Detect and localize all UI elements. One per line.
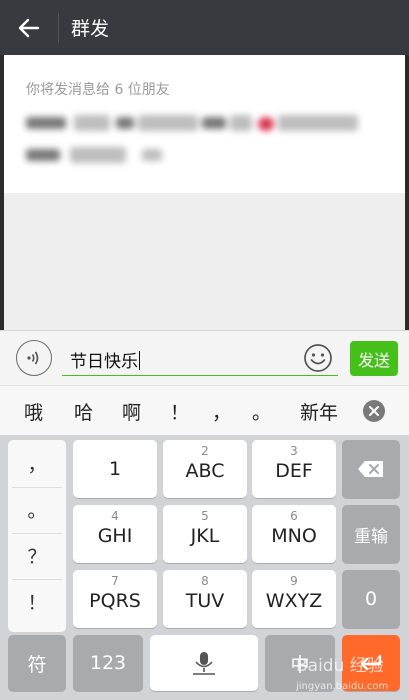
punctuation-key[interactable]: ？ bbox=[8, 534, 66, 576]
key-1[interactable]: 1 bbox=[73, 440, 157, 498]
voice-icon bbox=[27, 351, 39, 365]
key-label: DEF bbox=[275, 460, 313, 482]
message-input[interactable]: 节日快乐 bbox=[62, 341, 338, 376]
key-label: 0 bbox=[364, 588, 378, 610]
candidate-word[interactable]: ！ bbox=[170, 398, 189, 425]
send-button[interactable]: 发送 bbox=[350, 341, 398, 376]
key-5[interactable]: 5 JKL bbox=[163, 505, 247, 563]
key-label: JKL bbox=[190, 525, 220, 547]
message-input-value: 节日快乐 bbox=[70, 351, 140, 372]
key-label: ABC bbox=[185, 460, 225, 482]
recipient-names-blurred-line2 bbox=[26, 145, 186, 165]
key-number: 8 bbox=[201, 574, 209, 588]
recipients-panel: 你将发消息给 6 位朋友 bbox=[4, 55, 405, 193]
backspace-key[interactable] bbox=[342, 440, 400, 498]
punctuation-key[interactable]: ！ bbox=[8, 580, 66, 622]
backspace-icon bbox=[358, 461, 383, 477]
candidate-word[interactable]: 哈 bbox=[74, 398, 93, 425]
key-label: GHI bbox=[97, 525, 133, 547]
close-candidates-button[interactable] bbox=[363, 400, 385, 422]
candidate-word[interactable]: ， bbox=[212, 398, 231, 425]
key-number: 5 bbox=[201, 509, 209, 523]
header-divider bbox=[58, 12, 59, 43]
punctuation-key[interactable]: ， bbox=[8, 442, 66, 484]
watermark-brand: Baidu 经验 bbox=[296, 656, 384, 676]
emoji-button[interactable] bbox=[303, 343, 333, 373]
key-0[interactable]: 0 bbox=[342, 570, 400, 628]
key-7[interactable]: 7 PQRS bbox=[73, 570, 157, 628]
punctuation-key[interactable]: 。 bbox=[8, 488, 66, 530]
key-4[interactable]: 4 GHI bbox=[73, 505, 157, 563]
key-number: 6 bbox=[290, 509, 298, 523]
voice-input-button[interactable] bbox=[16, 340, 52, 376]
key-label: 1 bbox=[108, 458, 122, 480]
recipients-count-label: 你将发消息给 6 位朋友 bbox=[26, 82, 170, 98]
key-label: TUV bbox=[185, 590, 225, 612]
text-caret bbox=[139, 351, 140, 370]
punctuation-column: ， 。 ？ ！ bbox=[8, 440, 66, 632]
candidate-bar: 哦 哈 啊 ！ ， 。 新年 bbox=[0, 385, 409, 435]
key-2[interactable]: 2 ABC bbox=[163, 440, 247, 498]
numeric-keyboard-key[interactable]: 123 bbox=[73, 635, 143, 691]
key-number: 2 bbox=[201, 444, 209, 458]
key-3[interactable]: 3 DEF bbox=[252, 440, 336, 498]
symbol-key[interactable]: 符 bbox=[8, 635, 66, 691]
key-number: 3 bbox=[290, 444, 298, 458]
key-number: 7 bbox=[111, 574, 119, 588]
key-label: WXYZ bbox=[265, 590, 323, 612]
microphone-icon bbox=[193, 652, 215, 675]
back-arrow-icon[interactable] bbox=[0, 0, 58, 55]
page-title: 群发 bbox=[71, 18, 110, 40]
space-key[interactable] bbox=[150, 635, 258, 691]
candidate-word[interactable]: 。 bbox=[252, 398, 271, 425]
reenter-key[interactable]: 重输 bbox=[342, 505, 400, 563]
key-number: 9 bbox=[290, 574, 298, 588]
candidate-word[interactable]: 啊 bbox=[122, 398, 141, 425]
close-icon bbox=[369, 406, 379, 416]
key-number: 4 bbox=[111, 509, 119, 523]
recipient-names-blurred bbox=[26, 113, 358, 133]
watermark-url: jingyan.baidu.com bbox=[296, 681, 389, 692]
t9-keyboard: ， 。 ？ ！ 1 2 ABC 3 DEF 4 GHI 5 JKL 6 MNO … bbox=[0, 435, 409, 700]
key-8[interactable]: 8 TUV bbox=[163, 570, 247, 628]
input-bar: 节日快乐 发送 bbox=[0, 330, 409, 385]
key-label: 符 bbox=[27, 653, 47, 676]
message-preview-area bbox=[4, 193, 405, 330]
key-9[interactable]: 9 WXYZ bbox=[252, 570, 336, 628]
candidate-word[interactable]: 哦 bbox=[24, 398, 43, 425]
key-label: PQRS bbox=[89, 590, 141, 612]
key-label: 重输 bbox=[354, 526, 388, 547]
key-label: 123 bbox=[89, 652, 127, 674]
candidate-word[interactable]: 新年 bbox=[300, 398, 338, 425]
key-label: MNO bbox=[271, 525, 317, 547]
key-6[interactable]: 6 MNO bbox=[252, 505, 336, 563]
smiley-icon bbox=[304, 344, 332, 372]
title-bar: 群发 bbox=[0, 0, 409, 55]
